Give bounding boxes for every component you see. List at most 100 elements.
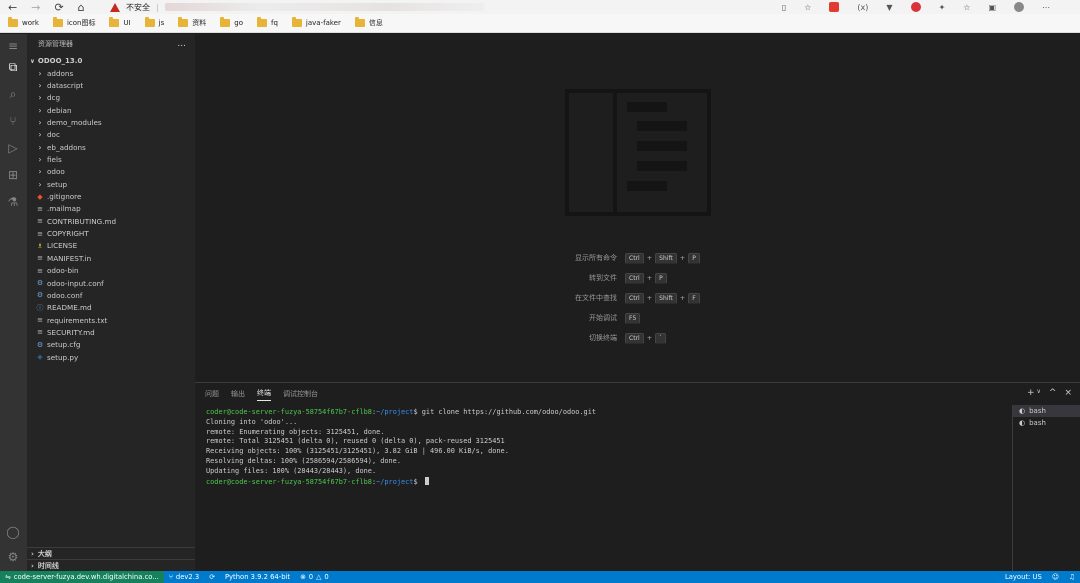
panel-tab[interactable]: 问题	[205, 389, 219, 399]
bookmark-item[interactable]: work	[8, 17, 39, 27]
bookmark-item[interactable]: UI	[109, 17, 131, 27]
workspace-root[interactable]: ∨ ODOO_13.0	[27, 55, 195, 67]
sync-button[interactable]: ⟳	[204, 573, 220, 581]
bookmark-item[interactable]: java-faker	[291, 17, 341, 27]
prompt-path: ~/project	[376, 477, 414, 486]
file-lines-icon: ≡	[37, 328, 43, 337]
tree-file[interactable]: ≡ CONTRIBUTING.md	[27, 215, 195, 227]
chevron-right-icon: ›	[38, 155, 42, 165]
tree-folder[interactable]: › demo_modules	[27, 116, 195, 128]
git-branch[interactable]: ⑂ dev2.3	[164, 573, 204, 581]
tree-file[interactable]: ◈ setup.py	[27, 351, 195, 363]
collections-icon[interactable]: ▣	[988, 3, 996, 12]
tree-folder[interactable]: › datascript	[27, 79, 195, 91]
tree-file[interactable]: ≡ SECURITY.md	[27, 326, 195, 338]
adblock-icon[interactable]	[910, 2, 921, 12]
outline-section[interactable]: › 大纲	[27, 547, 195, 559]
python-interpreter[interactable]: Python 3.9.2 64-bit	[220, 573, 295, 581]
profile-avatar[interactable]	[1014, 2, 1024, 12]
terminal-output[interactable]: coder@code-server-fuzya-58754f67b7-cflb8…	[206, 408, 1006, 487]
terminal-instance[interactable]: ◐ bash	[1013, 405, 1080, 417]
tree-file[interactable]: ≡ odoo-bin	[27, 265, 195, 277]
notifications-button[interactable]: ♫	[1064, 573, 1080, 581]
keycap: Ctrl	[625, 272, 644, 284]
menu-icon[interactable]: ≡	[5, 38, 21, 54]
address-divider: |	[156, 2, 159, 12]
tree-label: SECURITY.md	[47, 327, 95, 337]
key-plus: +	[646, 274, 653, 282]
shortcut-label: 在文件中查找	[575, 294, 617, 302]
tree-file[interactable]: ≡ MANIFEST.in	[27, 252, 195, 264]
extension-code-icon[interactable]: (x)	[857, 3, 868, 12]
tree-file[interactable]: ⚙ odoo-input.conf	[27, 277, 195, 289]
tree-file[interactable]: ⓘ README.md	[27, 302, 195, 314]
shortcut-keys: F5	[625, 312, 641, 324]
bookmark-item[interactable]: 信息	[354, 17, 383, 28]
panel-tab[interactable]: 调试控制台	[283, 389, 318, 399]
keyboard-layout[interactable]: Layout: US	[1000, 573, 1047, 581]
tree-file[interactable]: ⚙ odoo.conf	[27, 289, 195, 301]
reload-icon[interactable]: ⟳	[54, 1, 63, 14]
extensions-icon[interactable]: ⊞	[5, 167, 21, 183]
extension-puzzle-icon[interactable]: ✦	[939, 3, 946, 12]
bell-icon: ♫	[1068, 573, 1075, 581]
menu-dots-icon[interactable]: ⋯	[1042, 3, 1050, 12]
tree-folder[interactable]: › debian	[27, 104, 195, 116]
reader-icon[interactable]: ▯	[782, 3, 786, 12]
favorite-star-icon[interactable]: ☆	[804, 3, 811, 12]
account-icon[interactable]: ◯	[5, 524, 21, 540]
maximize-panel-chevron-up-icon[interactable]: ^	[1049, 388, 1057, 398]
bookmark-item[interactable]: fq	[257, 17, 278, 27]
explorer-icon[interactable]: ⧉	[5, 59, 21, 75]
tree-folder[interactable]: › odoo	[27, 166, 195, 178]
address-bar[interactable]: 不安全 |	[110, 0, 485, 14]
feedback-button[interactable]: ☺	[1047, 573, 1064, 581]
tree-folder[interactable]: › addons	[27, 67, 195, 79]
terminal-dropdown-chevron-icon[interactable]: ∨	[1037, 388, 1041, 398]
shortcut-row: 显示所有命令 Ctrl + Shift + P	[540, 248, 740, 268]
forward-arrow-icon[interactable]: →	[31, 1, 40, 14]
testing-icon[interactable]: ⚗	[5, 194, 21, 210]
run-debug-icon[interactable]: ▷	[5, 140, 21, 156]
branch-icon: ⑂	[168, 573, 173, 581]
tree-folder[interactable]: › fiels	[27, 153, 195, 165]
tree-label: setup.py	[47, 352, 79, 362]
explorer-more-button[interactable]: ...	[177, 39, 186, 49]
back-arrow-icon[interactable]: ←	[8, 1, 17, 14]
problems-indicator[interactable]: ⊗ 0 △ 0	[295, 573, 334, 581]
tree-file[interactable]: ⚙ setup.cfg	[27, 339, 195, 351]
timeline-section[interactable]: › 时间线	[27, 559, 195, 571]
home-icon[interactable]: ⌂	[78, 1, 85, 14]
tree-file[interactable]: ≡ .mailmap	[27, 203, 195, 215]
favorites-icon[interactable]: ☆	[963, 3, 970, 12]
file-lines-icon: ≡	[37, 217, 43, 226]
close-panel-icon[interactable]: ×	[1064, 388, 1072, 398]
tree-file[interactable]: ≡ requirements.txt	[27, 314, 195, 326]
tree-file[interactable]: ♗ LICENSE	[27, 240, 195, 252]
tree-folder[interactable]: › doc	[27, 129, 195, 141]
bookmark-item[interactable]: icon图标	[52, 17, 95, 28]
tree-label: datascript	[47, 81, 84, 91]
terminal-command: git clone https://github.com/odoo/odoo.g…	[421, 408, 597, 416]
bookmark-item[interactable]: go	[220, 17, 243, 27]
tree-folder[interactable]: › setup	[27, 178, 195, 190]
source-control-icon[interactable]: ⑂	[5, 113, 21, 129]
url-redacted	[164, 3, 485, 11]
bookmark-item[interactable]: js	[144, 17, 164, 27]
tree-folder[interactable]: › dcg	[27, 92, 195, 104]
tree-file[interactable]: ≡ COPYRIGHT	[27, 227, 195, 239]
remote-indicator[interactable]: ⇋ code-server-fuzya.dev.wh.digitalchina.…	[0, 571, 164, 583]
settings-gear-icon[interactable]: ⚙	[5, 549, 21, 565]
panel-tab[interactable]: 终端	[257, 388, 271, 401]
bookmark-item[interactable]: 资料	[178, 17, 206, 28]
tree-file[interactable]: ◆ .gitignore	[27, 190, 195, 202]
terminal-instance[interactable]: ◐ bash	[1013, 417, 1080, 429]
vscode-watermark-icon	[565, 89, 711, 216]
extension-red-icon[interactable]	[829, 2, 840, 12]
prompt-user: coder@code-server-fuzya-58754f67b7-cflb8	[206, 477, 372, 486]
new-terminal-plus-icon[interactable]: +	[1027, 388, 1035, 398]
search-icon[interactable]: ⌕	[5, 86, 21, 102]
extension-triangle-icon[interactable]: ▼	[886, 3, 892, 12]
panel-tab[interactable]: 输出	[231, 389, 245, 399]
tree-folder[interactable]: › eb_addons	[27, 141, 195, 153]
